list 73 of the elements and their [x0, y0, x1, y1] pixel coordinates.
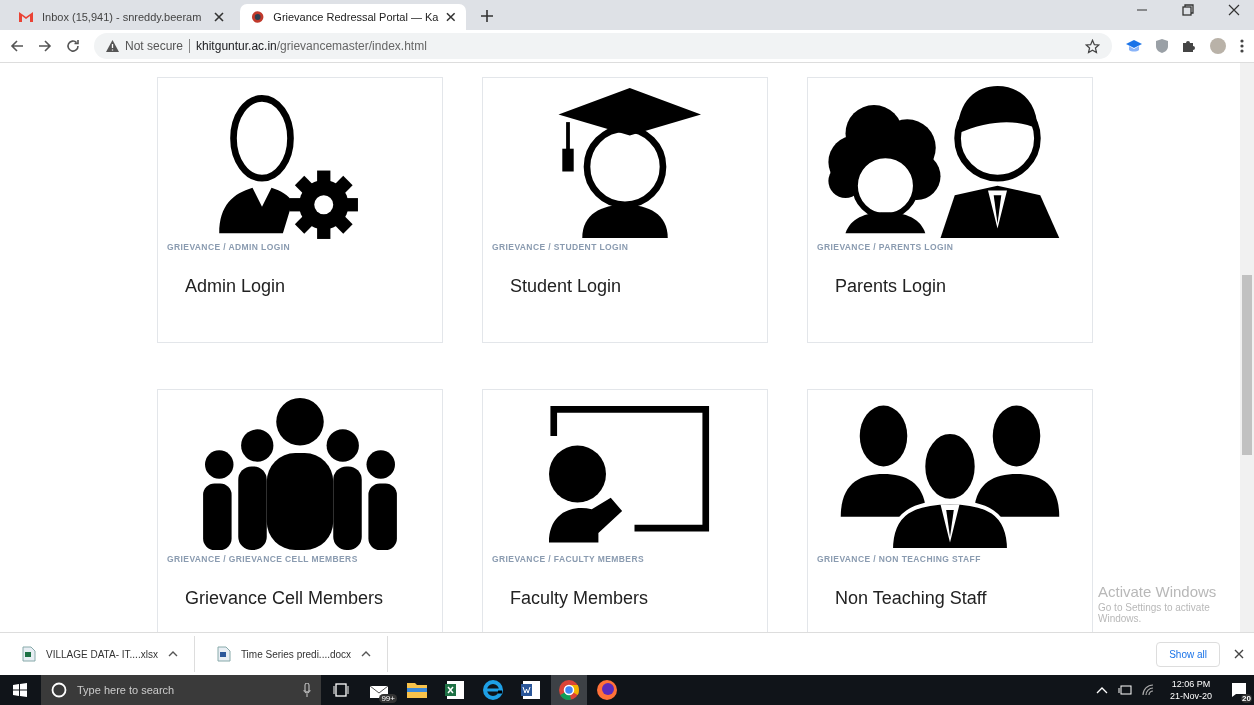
activation-subtitle: Go to Settings to activate Windows. [1098, 602, 1211, 624]
notification-button[interactable]: 20 [1224, 675, 1254, 705]
windows-icon[interactable] [13, 683, 27, 697]
caret-icon[interactable] [361, 651, 372, 657]
card[interactable]: GRIEVANCE / FACULTY MEMBERS Faculty Members [482, 389, 768, 632]
security-label: Not secure [125, 39, 184, 53]
close-icon[interactable] [446, 12, 456, 22]
download-item[interactable]: Time Series predi....docx [194, 636, 389, 672]
activation-title: Activate Windows [1098, 583, 1218, 600]
shield-icon[interactable] [1156, 39, 1168, 53]
count-badge: 99+ [379, 694, 397, 703]
search-icon [51, 682, 67, 698]
spreadsheet-icon [443, 678, 467, 702]
document-icon [519, 678, 543, 702]
card-title: Student Login [510, 276, 623, 297]
search-bar[interactable]: Type here to search [41, 675, 321, 705]
browser-e-icon [481, 678, 505, 702]
caret-icon[interactable] [167, 651, 178, 657]
logo-icon [250, 9, 266, 25]
card-title: Admin Login [185, 276, 287, 297]
wifi-icon[interactable] [1141, 684, 1156, 696]
file-icon [22, 646, 36, 662]
restore-icon[interactable] [1182, 4, 1194, 16]
card-title: Faculty Members [510, 588, 650, 609]
address-field[interactable]: Not secure khitguntur.ac.in/grievancemaster/index.html [94, 33, 1112, 59]
card[interactable]: GRIEVANCE / NON TEACHING STAFF Non Teaching Staff [807, 389, 1093, 632]
breadcrumb: GRIEVANCE / FACULTY MEMBERS [492, 554, 645, 564]
card-title: Non Teaching Staff [835, 588, 988, 609]
round-browser-icon [557, 678, 581, 702]
scrollbar[interactable] [1240, 63, 1254, 632]
star-icon[interactable] [1085, 38, 1100, 54]
mail-icon [18, 9, 34, 25]
clock-time: 12:06 PM [1171, 678, 1211, 690]
breadcrumb: GRIEVANCE / GRIEVANCE CELL MEMBERS [167, 554, 359, 564]
card[interactable]: GRIEVANCE / ADMIN LOGIN Admin Login [157, 77, 443, 343]
breadcrumb: GRIEVANCE / ADMIN LOGIN [167, 242, 291, 252]
breadcrumb: GRIEVANCE / STUDENT LOGIN [492, 242, 630, 252]
more-icon[interactable] [1240, 39, 1244, 53]
browser-tab[interactable]: Grievance Redressal Portal — Ka [240, 4, 466, 30]
close-icon[interactable] [1228, 4, 1240, 16]
close-icon[interactable] [1234, 649, 1244, 659]
back-icon[interactable] [10, 39, 24, 53]
clock-date: 21-Nov-20 [1169, 690, 1212, 702]
microphone-icon [303, 683, 311, 697]
chevron-up-icon[interactable] [1095, 686, 1108, 694]
fox-browser-icon [595, 678, 619, 702]
network-icon[interactable] [1117, 685, 1132, 695]
url-text: khitguntur.ac.in/grievancemaster/index.html [196, 39, 427, 53]
graduation-cap-icon[interactable] [1126, 39, 1142, 53]
browser-tab[interactable]: Inbox (15,941) - snreddy.beeram [8, 4, 234, 30]
task-view-icon[interactable] [333, 683, 349, 697]
card[interactable]: GRIEVANCE / STUDENT LOGIN Student Login [482, 77, 768, 343]
count-badge: 20 [1241, 694, 1252, 703]
file-icon [216, 646, 231, 662]
card-title: Parents Login [835, 276, 948, 297]
breadcrumb: GRIEVANCE / NON TEACHING STAFF [817, 554, 982, 564]
download-item[interactable]: VILLAGE DATA- IT....xlsx [0, 636, 195, 672]
clock[interactable]: 12:06 PM 21-Nov-20 [1169, 678, 1212, 702]
reload-icon[interactable] [66, 39, 80, 53]
warning-icon [106, 40, 119, 52]
taskbar-app[interactable]: 99+ [361, 675, 397, 705]
show-all-button[interactable]: Show all [1156, 641, 1220, 667]
card[interactable]: GRIEVANCE / GRIEVANCE CELL MEMBERS Grievance Cell Members [157, 389, 443, 632]
message-icon [1231, 682, 1247, 698]
new-tab-icon[interactable] [480, 9, 494, 23]
search-field[interactable]: Type here to search [75, 683, 295, 697]
card[interactable]: GRIEVANCE / PARENTS LOGIN Parents Login [807, 77, 1093, 343]
taskbar-app[interactable] [551, 675, 587, 705]
card-title: Grievance Cell Members [185, 588, 385, 609]
breadcrumb: GRIEVANCE / PARENTS LOGIN [817, 242, 955, 252]
close-icon[interactable] [214, 12, 224, 22]
forward-icon[interactable] [38, 39, 52, 53]
puzzle-icon[interactable] [1182, 39, 1196, 53]
